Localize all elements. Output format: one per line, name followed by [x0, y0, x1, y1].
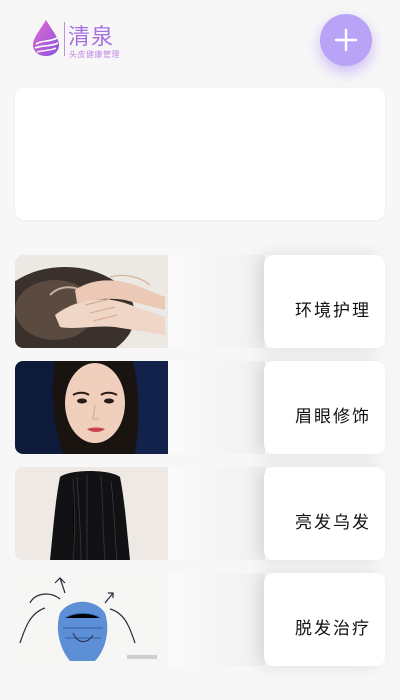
service-label: 亮发乌发	[295, 513, 371, 533]
logo-title: 清泉	[68, 25, 115, 50]
plus-icon	[334, 28, 358, 52]
service-card-shiny-black-hair[interactable]: 亮发乌发	[15, 467, 385, 560]
banner-area[interactable]	[15, 88, 385, 220]
logo: 清泉 头皮健康管理	[30, 18, 130, 62]
header: 清泉 头皮健康管理	[0, 0, 400, 80]
service-card-environment-care[interactable]: 环境护理	[15, 255, 385, 348]
add-button[interactable]	[320, 14, 372, 66]
service-card-hair-loss-treatment[interactable]: 脱发治疗	[15, 573, 385, 666]
service-label: 眉眼修饰	[295, 407, 371, 427]
black-hair-image	[15, 467, 168, 560]
service-label: 脱发治疗	[295, 619, 371, 639]
woman-portrait-image	[15, 361, 168, 454]
logo-divider	[64, 22, 65, 56]
water-drop-logo-icon	[33, 20, 59, 56]
service-card-brow-eye-styling[interactable]: 眉眼修饰	[15, 361, 385, 454]
scalp-massage-image	[15, 255, 168, 348]
hair-loss-illustration-image	[15, 573, 168, 666]
service-label: 环境护理	[295, 301, 371, 321]
logo-subtitle: 头皮健康管理	[69, 50, 120, 59]
